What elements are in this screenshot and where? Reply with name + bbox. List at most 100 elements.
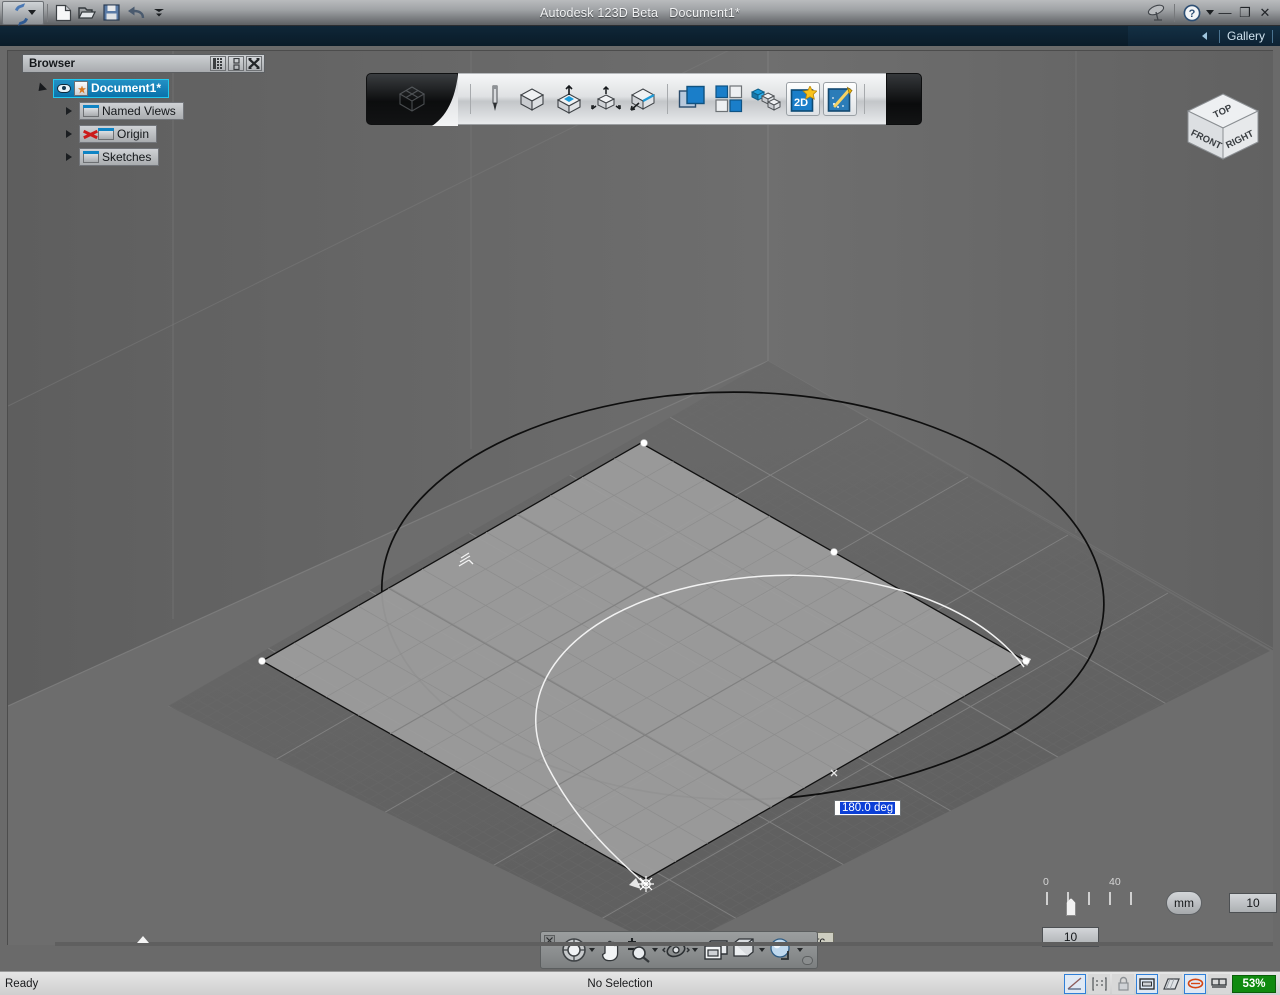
status-ready-text: Ready (5, 977, 39, 990)
dock-icon (232, 57, 240, 70)
tree-row-document[interactable]: Document1* (22, 78, 265, 98)
status-bar-toggles: 53% (1064, 973, 1280, 994)
browser-list-view-button[interactable] (210, 56, 226, 71)
grid-list-icon (212, 58, 222, 69)
canvas-scroll-track[interactable] (55, 942, 1273, 946)
sidebar-item-label: Document1* (91, 81, 162, 95)
toolbar-logo-area[interactable] (366, 73, 458, 125)
angle-snap-icon (1067, 976, 1082, 990)
snap-grid-toggle[interactable] (1088, 973, 1110, 994)
folder-icon (83, 105, 99, 117)
main-toolbar: 2D (366, 73, 922, 125)
sidebar-item-document1[interactable]: Document1* (53, 78, 170, 98)
fit-view-button[interactable] (702, 935, 730, 965)
title-bar: Autodesk 123D Beta Document1* ? — ❐ ✕ (0, 0, 1280, 26)
toolbar-right-cap (886, 73, 922, 125)
snap-angle-toggle[interactable] (1064, 973, 1086, 994)
sidebar-item-origin[interactable]: Origin (79, 125, 158, 143)
browser-panel: Browser Document1* Named Views Origin Sk… (22, 54, 265, 170)
divider (1272, 29, 1273, 43)
browser-title: Browser (29, 57, 76, 70)
chevron-down-icon[interactable] (797, 948, 803, 952)
zoom-button[interactable] (624, 935, 650, 965)
sketch-plane-toggle[interactable] (1136, 973, 1158, 994)
units-toggle[interactable]: mm (1166, 891, 1202, 915)
sketch-tool[interactable] (478, 82, 512, 116)
toolbar-buttons: 2D (458, 73, 886, 125)
sketch-point (640, 439, 648, 447)
grid-tool[interactable] (712, 82, 746, 116)
pattern-tool[interactable] (626, 82, 660, 116)
ground-plane-toggle[interactable] (1160, 973, 1182, 994)
scale-ruler[interactable]: 0 40 (1040, 876, 1145, 924)
red-x-icon (83, 128, 98, 141)
arc-crosshair-icon (638, 876, 654, 892)
lock-toggle[interactable] (1112, 973, 1134, 994)
ground-plane-icon (1162, 977, 1180, 990)
app-title-text: Autodesk 123D Beta (539, 5, 659, 20)
canvas-scroll-handle[interactable] (137, 936, 149, 943)
tree-row-named-views[interactable]: Named Views (22, 101, 265, 121)
progress-indicator: 53% (1232, 974, 1276, 993)
pan-button[interactable] (599, 935, 623, 965)
divider (864, 84, 865, 114)
steering-wheel-icon (562, 938, 586, 962)
tree-row-sketches[interactable]: Sketches (22, 147, 265, 167)
sidebar-item-label: Origin (117, 127, 150, 141)
steering-wheel-button[interactable] (561, 935, 587, 965)
sketch-point (830, 548, 838, 556)
sidebar-item-named-views[interactable]: Named Views (79, 102, 184, 120)
chevron-down-icon[interactable] (759, 948, 765, 952)
viewport-canvas[interactable]: 180.0 deg Specify end point of arc (7, 50, 1273, 945)
padlock-icon (1117, 976, 1129, 991)
primitives-tool[interactable] (515, 82, 549, 116)
ruler-tick-label: 40 (1109, 876, 1121, 888)
four-squares-icon (715, 85, 743, 113)
tree-row-origin[interactable]: Origin (22, 124, 265, 144)
gallery-bar: Gallery (0, 26, 1280, 46)
angle-input-field[interactable]: 180.0 deg (834, 800, 902, 816)
cube-highlight-edge-icon (630, 88, 656, 111)
zoom-magnifier-icon (628, 938, 650, 963)
modify-tool[interactable] (589, 82, 623, 116)
sketch-point (258, 657, 266, 665)
grip-icon[interactable] (802, 956, 813, 965)
grid-bounds-icon (1091, 976, 1107, 991)
two-d-tool[interactable]: 2D (786, 82, 820, 116)
sketch-point (1022, 657, 1030, 665)
chevron-down-icon[interactable] (652, 948, 658, 952)
view-cube[interactable]: TOP FRONT RIGHT (1180, 90, 1266, 172)
combine-tool[interactable] (675, 82, 709, 116)
triangle-left-icon[interactable] (1201, 32, 1207, 40)
expand-arrow-icon[interactable] (66, 130, 72, 138)
expand-arrow-icon[interactable] (66, 153, 72, 161)
display-toggle[interactable] (1208, 973, 1230, 994)
scale-value-field[interactable]: 10 (1229, 893, 1277, 913)
assemble-tool[interactable] (749, 82, 783, 116)
sidebar-item-sketches[interactable]: Sketches (79, 148, 160, 166)
chevron-down-icon[interactable] (589, 948, 595, 952)
orbit-button[interactable] (662, 935, 690, 965)
document-icon (74, 80, 88, 96)
eye-icon[interactable] (57, 83, 71, 93)
expand-arrow-icon[interactable] (34, 81, 48, 95)
browser-header: Browser (22, 54, 265, 73)
chevron-down-icon[interactable] (692, 948, 698, 952)
smart-tool[interactable] (823, 82, 857, 116)
divider (1218, 29, 1220, 43)
close-x-icon (248, 58, 260, 69)
visual-style-button[interactable] (769, 935, 795, 965)
window-title: Autodesk 123D Beta Document1* (0, 6, 1280, 20)
cube-icon (519, 88, 545, 111)
browser-close-button[interactable] (246, 56, 262, 71)
browser-dock-button[interactable] (228, 56, 244, 71)
expand-arrow-icon[interactable] (66, 107, 72, 115)
navigation-bar (540, 931, 818, 969)
scene-graphics (8, 51, 1273, 945)
gallery-link[interactable]: Gallery (1227, 29, 1265, 43)
highlight-toggle[interactable] (1184, 973, 1206, 994)
view-cube-button[interactable] (731, 935, 757, 965)
construct-tool[interactable] (552, 82, 586, 116)
browser-tree: Document1* Named Views Origin Sketches (22, 73, 265, 167)
2d-star-icon: 2D (790, 85, 817, 112)
